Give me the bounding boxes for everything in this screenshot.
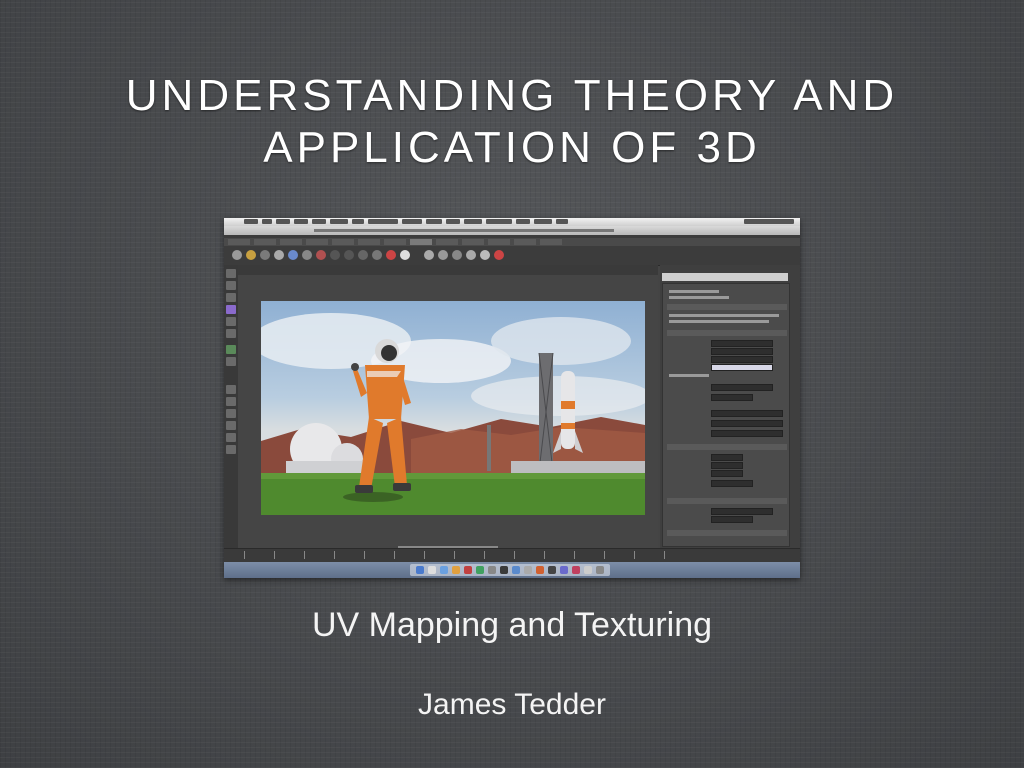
maya-toolbox: [224, 265, 239, 548]
astronaut-scene-icon: [261, 313, 645, 515]
astronaut-render-image: [261, 301, 645, 515]
mac-menu-bar: [224, 218, 800, 226]
maya-screenshot-image: [224, 218, 800, 578]
maya-shelf: [224, 235, 800, 266]
slide-title: UNDERSTANDING THEORY AND APPLICATION OF …: [60, 70, 964, 174]
maya-render-settings-panel: [660, 265, 800, 548]
maya-window-title-bar: [224, 226, 800, 235]
mac-dock: [410, 564, 610, 576]
slide-title-line-2: APPLICATION OF 3D: [263, 123, 761, 172]
maya-render-view: [238, 265, 658, 549]
maya-timeline: [224, 548, 800, 563]
slide-subtitle: UV Mapping and Texturing: [311, 606, 713, 644]
slide-author: James Tedder: [418, 688, 606, 721]
slide-title-line-1: UNDERSTANDING THEORY AND: [125, 71, 899, 120]
